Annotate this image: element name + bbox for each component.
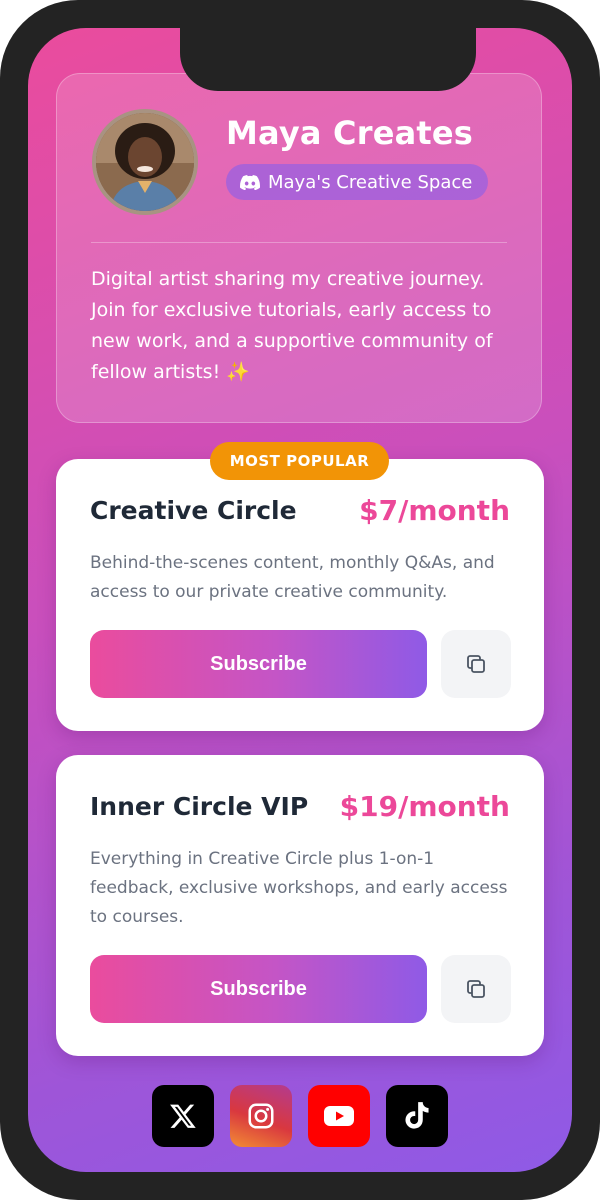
tiktok-icon [405, 1102, 429, 1129]
tier-card-creative-circle: Creative Circle $7/month Behind-the-scen… [56, 459, 544, 731]
avatar-image [96, 113, 194, 211]
copy-icon [467, 980, 485, 998]
avatar[interactable] [92, 109, 198, 215]
profile-name: Maya Creates [226, 114, 474, 152]
notch [180, 28, 476, 91]
phone-frame: Maya Creates Maya's Creative Space Digit… [0, 0, 600, 1200]
subscribe-button[interactable]: Subscribe [90, 955, 427, 1023]
copy-link-button[interactable] [441, 955, 511, 1023]
discord-icon [240, 174, 260, 190]
social-youtube-link[interactable] [308, 1085, 370, 1147]
tier-price: $19/month [339, 790, 510, 823]
tier-card-inner-circle-vip: Inner Circle VIP $19/month Everything in… [56, 755, 544, 1056]
social-x-link[interactable] [152, 1085, 214, 1147]
social-tiktok-link[interactable] [386, 1085, 448, 1147]
discord-label: Maya's Creative Space [268, 171, 473, 193]
profile-card: Maya Creates Maya's Creative Space Digit… [56, 73, 542, 423]
instagram-icon [248, 1103, 274, 1129]
social-links [152, 1085, 448, 1147]
tier-name: Creative Circle [90, 496, 297, 525]
tier-price: $7/month [359, 494, 510, 527]
profile-bio: Digital artist sharing my creative journ… [91, 268, 493, 383]
discord-link[interactable]: Maya's Creative Space [226, 164, 489, 200]
copy-link-button[interactable] [441, 630, 511, 698]
tier-description: Behind-the-scenes content, monthly Q&As,… [90, 553, 495, 602]
copy-icon [467, 655, 485, 673]
x-icon [170, 1104, 196, 1128]
screen: Maya Creates Maya's Creative Space Digit… [28, 28, 572, 1172]
most-popular-badge: MOST POPULAR [210, 442, 389, 480]
tier-name: Inner Circle VIP [90, 792, 309, 821]
tier-description: Everything in Creative Circle plus 1-on-… [90, 849, 508, 927]
divider [91, 242, 507, 243]
subscribe-button[interactable]: Subscribe [90, 630, 427, 698]
social-instagram-link[interactable] [230, 1085, 292, 1147]
youtube-icon [324, 1106, 354, 1126]
